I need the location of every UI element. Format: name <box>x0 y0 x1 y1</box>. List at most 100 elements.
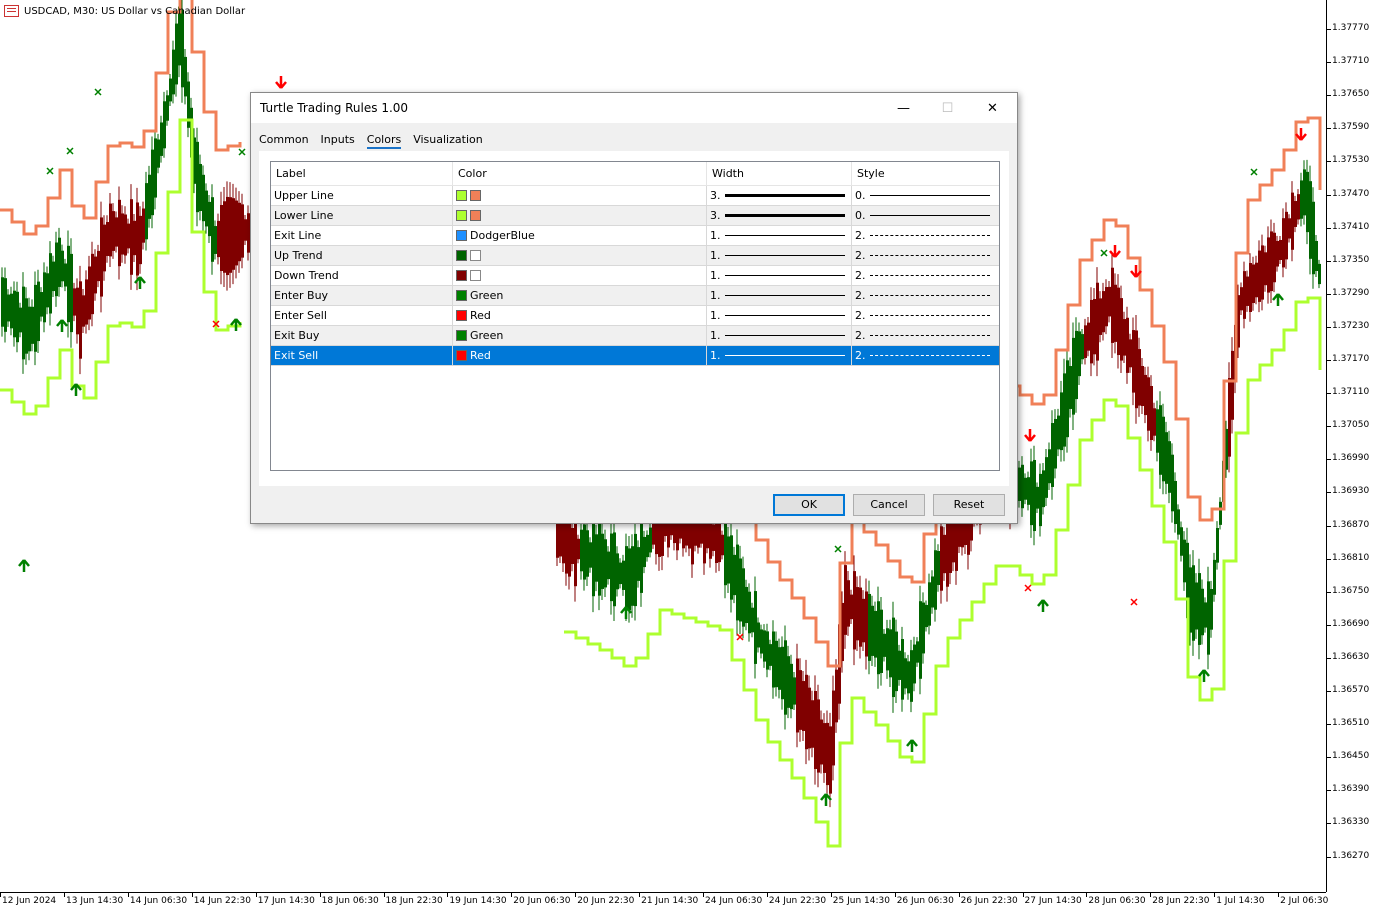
candle-body <box>829 726 832 794</box>
row-label: Upper Line <box>271 186 453 205</box>
row-width-cell[interactable]: 1. <box>707 326 852 345</box>
price-label: 1.37470 <box>1332 188 1370 199</box>
color-swatch[interactable] <box>470 190 481 201</box>
candle-body <box>760 629 763 654</box>
row-color-cell[interactable]: Green <box>453 286 707 305</box>
row-style-cell[interactable]: 2. <box>852 286 999 305</box>
price-label: 1.37050 <box>1332 420 1370 431</box>
candle-body <box>580 529 583 572</box>
row-style-cell[interactable]: 2. <box>852 306 999 325</box>
candle-body <box>1138 349 1141 406</box>
width-line-preview <box>724 255 845 256</box>
candle-body <box>1141 365 1144 407</box>
row-color-cell[interactable] <box>453 186 707 205</box>
grid-row[interactable]: Exit Buy Green 1. 2. <box>271 326 999 346</box>
row-style-cell[interactable]: 2. <box>852 226 999 245</box>
row-width-cell[interactable]: 1. <box>707 226 852 245</box>
candle-body <box>778 647 781 690</box>
color-swatch[interactable] <box>470 270 481 281</box>
time-label: 26 Jun 06:30 <box>896 896 954 906</box>
column-header-width[interactable]: Width <box>707 162 852 185</box>
row-color-cell[interactable]: Green <box>453 326 707 345</box>
row-color-cell[interactable] <box>453 246 707 265</box>
candle-body <box>16 291 19 343</box>
candle-body <box>814 690 817 770</box>
candle-body <box>943 534 946 574</box>
color-swatch[interactable] <box>456 270 467 281</box>
minimize-icon[interactable]: — <box>881 93 926 123</box>
indicator-properties-dialog: Turtle Trading Rules 1.00 — ☐ ✕ Common I… <box>250 92 1018 524</box>
row-style-cell[interactable]: 0. <box>852 206 999 225</box>
ok-button[interactable]: OK <box>773 494 845 516</box>
row-width-cell[interactable]: 3. <box>707 206 852 225</box>
close-icon[interactable]: ✕ <box>970 93 1015 123</box>
tab-visualization[interactable]: Visualization <box>413 131 482 149</box>
candle-body <box>157 139 160 168</box>
row-color-cell[interactable]: Red <box>453 346 707 365</box>
row-style-cell[interactable]: 2. <box>852 346 999 365</box>
candle-body <box>1024 477 1027 500</box>
row-width-cell[interactable]: 1. <box>707 306 852 325</box>
dialog-titlebar[interactable]: Turtle Trading Rules 1.00 — ☐ ✕ <box>251 93 1017 123</box>
candle-body <box>46 273 49 308</box>
row-width-cell[interactable]: 1. <box>707 246 852 265</box>
style-value: 2. <box>855 269 866 282</box>
style-value: 2. <box>855 229 866 242</box>
grid-row[interactable]: Exit Line DodgerBlue 1. 2. <box>271 226 999 246</box>
row-color-cell[interactable] <box>453 206 707 225</box>
color-swatch[interactable] <box>456 250 467 261</box>
row-color-cell[interactable]: DodgerBlue <box>453 226 707 245</box>
row-color-cell[interactable]: Red <box>453 306 707 325</box>
price-label: 1.37170 <box>1332 354 1370 364</box>
candle-body <box>1030 461 1033 526</box>
row-style-cell[interactable]: 2. <box>852 246 999 265</box>
row-width-cell[interactable]: 1. <box>707 346 852 365</box>
candle-body <box>145 183 148 240</box>
grid-row[interactable]: Enter Sell Red 1. 2. <box>271 306 999 326</box>
color-swatch[interactable] <box>456 210 467 221</box>
chart-window-icon[interactable] <box>4 5 19 17</box>
row-width-cell[interactable]: 1. <box>707 266 852 285</box>
grid-row[interactable]: Enter Buy Green 1. 2. <box>271 286 999 306</box>
row-style-cell[interactable]: 0. <box>852 186 999 205</box>
color-swatch[interactable] <box>456 350 467 361</box>
style-value: 2. <box>855 289 866 302</box>
grid-row[interactable]: Upper Line 3. 0. <box>271 186 999 206</box>
color-name: Red <box>470 349 491 362</box>
row-style-cell[interactable]: 2. <box>852 266 999 285</box>
grid-row[interactable]: Up Trend 1. 2. <box>271 246 999 266</box>
candle-body <box>49 253 52 314</box>
tab-common[interactable]: Common <box>259 131 309 149</box>
grid-row[interactable]: Exit Sell Red 1. 2. <box>271 346 999 366</box>
candle-body <box>652 523 655 545</box>
column-header-label[interactable]: Label <box>271 162 453 185</box>
price-tick <box>1327 856 1331 858</box>
price-axis[interactable]: 1.37770 1.37710 1.37650 1.37590 1.37530 1.374… <box>1326 0 1380 892</box>
row-style-cell[interactable]: 2. <box>852 326 999 345</box>
candle-body <box>1153 408 1156 436</box>
row-width-cell[interactable]: 1. <box>707 286 852 305</box>
time-axis[interactable]: 12 Jun 2024 13 Jun 14:30 14 Jun 06:30 14 Ju… <box>0 892 1328 915</box>
cancel-button[interactable]: Cancel <box>853 494 925 516</box>
candle-body <box>97 250 100 282</box>
tab-colors[interactable]: Colors <box>366 131 402 149</box>
grid-row[interactable]: Lower Line 3. 0. <box>271 206 999 226</box>
candle-body <box>1 277 4 327</box>
time-tick <box>1086 893 1088 897</box>
reset-button[interactable]: Reset <box>933 494 1005 516</box>
grid-row[interactable]: Down Trend 1. 2. <box>271 266 999 286</box>
row-color-cell[interactable] <box>453 266 707 285</box>
color-swatch[interactable] <box>470 250 481 261</box>
column-header-style[interactable]: Style <box>852 162 999 185</box>
tab-inputs[interactable]: Inputs <box>321 131 355 149</box>
column-header-color[interactable]: Color <box>453 162 707 185</box>
color-swatch[interactable] <box>456 310 467 321</box>
candle-body <box>1111 267 1114 343</box>
exit-cross-icon <box>1130 598 1138 606</box>
color-swatch[interactable] <box>456 190 467 201</box>
color-swatch[interactable] <box>456 290 467 301</box>
color-swatch[interactable] <box>456 230 467 241</box>
row-width-cell[interactable]: 3. <box>707 186 852 205</box>
color-swatch[interactable] <box>470 210 481 221</box>
color-swatch[interactable] <box>456 330 467 341</box>
